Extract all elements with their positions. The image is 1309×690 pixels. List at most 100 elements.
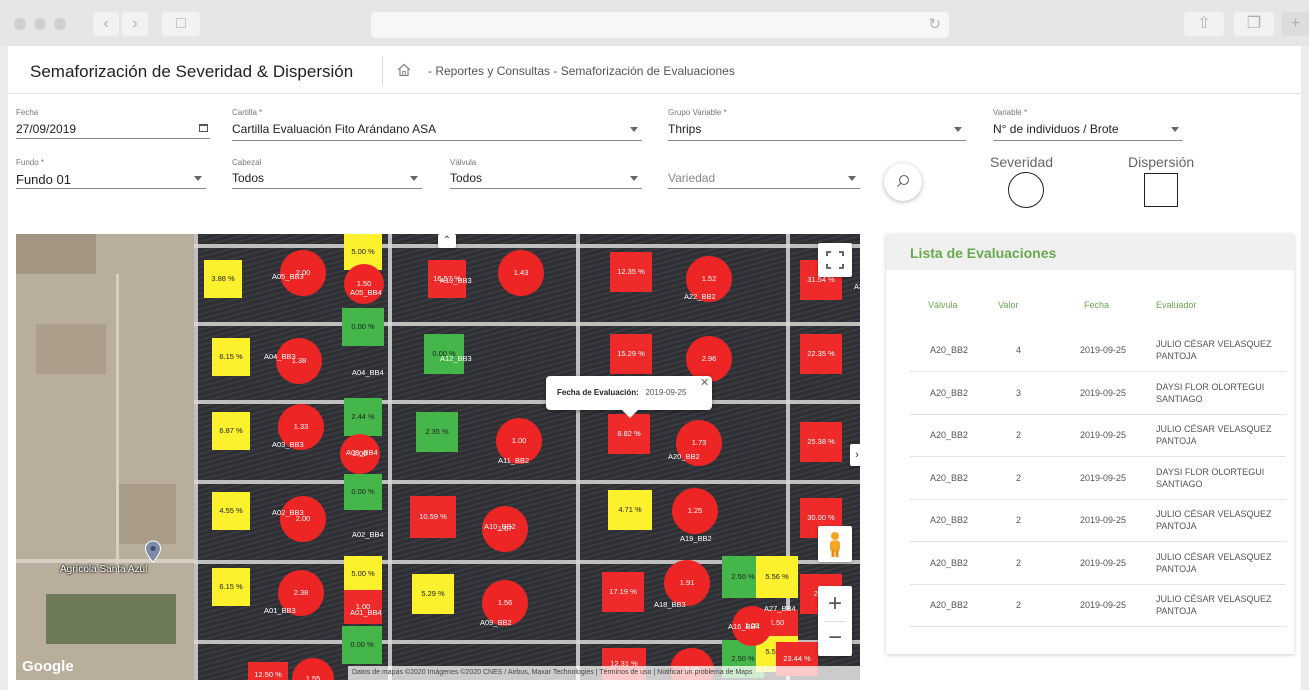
calendar-icon[interactable] (199, 124, 208, 132)
valvula-select[interactable]: Válvula Todos (450, 158, 642, 189)
window-close-dot[interactable] (14, 18, 26, 30)
chevron-down-icon[interactable] (630, 127, 638, 132)
valve-label: A02_BB3 (272, 508, 304, 517)
dispersion-square[interactable]: 1.00 (344, 590, 382, 624)
dispersion-label: Dispersión (1128, 154, 1195, 170)
dispersion-square[interactable]: 5.29 % (412, 574, 454, 614)
terrain-patch (36, 324, 106, 374)
zoom-out-icon[interactable]: − (818, 621, 852, 656)
tabs-icon[interactable]: ❐ (1234, 12, 1274, 36)
chevron-down-icon[interactable] (410, 176, 418, 181)
table-row[interactable]: A20_BB2 2 2019-09-25 JULIO CÉSAR VELASQUEZ … (910, 415, 1286, 457)
dispersion-square[interactable]: 2.44 % (344, 398, 382, 436)
map-pin-icon[interactable] (144, 540, 162, 564)
grupo-value: Thrips (668, 122, 702, 136)
grupo-variable-select[interactable]: Grupo Variable * Thrips (668, 108, 966, 141)
dispersion-square[interactable]: 4.71 % (608, 490, 652, 530)
cell-valor: 2 (1016, 515, 1022, 525)
dispersion-square[interactable]: 10.59 % (410, 496, 456, 538)
dispersion-square[interactable]: 22.35 % (800, 334, 842, 374)
table-row[interactable]: A20_BB2 3 2019-09-25 DAYSI FLOR OLORTEGUI S… (910, 373, 1286, 415)
cabezal-select[interactable]: Cabezal Todos (232, 158, 422, 189)
table-row[interactable]: A20_BB2 2 2019-09-25 JULIO CÉSAR VELASQUEZ … (910, 500, 1286, 542)
cell-valvula: A20_BB2 (930, 430, 969, 440)
pegman-button[interactable] (818, 526, 852, 562)
fullscreen-button[interactable] (818, 243, 852, 277)
chevron-up-icon[interactable]: ⌃ (438, 234, 456, 248)
cell-fecha: 2019-09-25 (1080, 600, 1127, 610)
variedad-underline (668, 188, 860, 189)
chevron-down-icon[interactable] (630, 176, 638, 181)
dispersion-square[interactable]: 0.00 % (342, 626, 382, 664)
dispersion-square[interactable]: 4.55 % (212, 492, 250, 530)
close-icon[interactable]: ✕ (700, 376, 709, 389)
map-view[interactable]: 3.88 % 5.00 % 16.57 % 12.35 % 31.54 % 0.00 % 6… (16, 234, 860, 680)
severity-circle[interactable]: 1.43 (498, 250, 544, 296)
dispersion-square[interactable]: 15.29 % (610, 334, 652, 374)
dispersion-square[interactable]: 0.00 % (342, 308, 384, 346)
dispersion-square[interactable]: 12.50 % (248, 662, 288, 680)
breadcrumb[interactable]: - Reportes y Consultas - Semaforización … (428, 64, 735, 78)
cell-fecha: 2019-09-25 (1080, 430, 1127, 440)
chevron-down-icon[interactable] (848, 176, 856, 181)
cartilla-select[interactable]: Cartilla * Cartilla Evaluación Fito Arán… (232, 108, 642, 141)
chevron-right-icon[interactable]: › (850, 444, 860, 466)
window-zoom-dot[interactable] (54, 18, 66, 30)
valve-label: A22_BB2 (684, 292, 716, 301)
table-row[interactable]: A20_BB2 2 2019-09-25 JULIO CÉSAR VELASQUEZ … (910, 543, 1286, 585)
severity-circle[interactable]: 1.38 (276, 338, 322, 384)
share-icon[interactable]: ⇧ (1184, 12, 1224, 36)
dispersion-square[interactable]: 6.15 % (212, 338, 250, 376)
column-header-evaluador: Evaluador (1156, 300, 1197, 310)
dispersion-square[interactable]: 17.19 % (602, 572, 644, 612)
fecha-field[interactable]: Fecha 27/09/2019 (16, 108, 210, 139)
cell-fecha: 2019-09-25 (1080, 472, 1127, 483)
valve-label: A13_BB3 (440, 276, 472, 285)
fecha-value[interactable]: 27/09/2019 (16, 122, 76, 136)
table-row[interactable]: A20_BB2 2 2019-09-25 JULIO CÉSAR VELASQUEZ … (910, 585, 1286, 627)
back-icon[interactable]: ‹ (93, 12, 119, 36)
dispersion-square[interactable]: 8.82 % (608, 414, 650, 454)
dispersion-square[interactable]: 25.38 % (800, 422, 842, 462)
dispersion-square[interactable]: 3.88 % (204, 260, 242, 298)
valve-label: A27_BB4 (764, 604, 796, 613)
valve-label: A04_BB3 (264, 352, 296, 361)
fullscreen-icon (826, 251, 844, 269)
dispersion-square[interactable]: 2.35 % (416, 412, 458, 452)
dispersion-square-icon (1144, 173, 1178, 207)
severity-circle[interactable]: 1.50 (344, 264, 384, 304)
table-row[interactable]: A20_BB2 2 2019-09-25 DAYSI FLOR OLORTEGUI S… (910, 458, 1286, 500)
terrain-patch (16, 234, 96, 274)
window-minimize-dot[interactable] (34, 18, 46, 30)
zoom-in-icon[interactable]: + (818, 586, 852, 621)
cell-valvula: A20_BB2 (930, 600, 969, 610)
table-row[interactable]: A20_BB2 4 2019-09-25 JULIO CÉSAR VELASQUEZ … (910, 330, 1286, 372)
dispersion-square[interactable]: 0.00 % (344, 474, 382, 510)
home-icon[interactable] (396, 62, 412, 78)
chevron-down-icon[interactable] (954, 127, 962, 132)
chevron-down-icon[interactable] (194, 176, 202, 181)
dispersion-square[interactable]: 5.56 % (756, 556, 798, 598)
dispersion-square[interactable]: 12.35 % (610, 252, 652, 292)
reload-icon[interactable]: ↻ (928, 15, 941, 33)
variedad-select[interactable]: Variedad (668, 158, 860, 189)
severity-circle[interactable]: 2.00 (280, 496, 326, 542)
severity-circle[interactable]: 1.25 (672, 488, 718, 534)
variable-select[interactable]: Variable * N° de individuos / Brote (993, 108, 1183, 141)
url-bar[interactable]: ↻ (371, 12, 949, 38)
dispersion-square[interactable]: 6.87 % (212, 412, 250, 450)
fundo-select[interactable]: Fundo * Fundo 01 (16, 158, 206, 189)
search-button[interactable] (884, 163, 922, 201)
map-attribution[interactable]: Datos de mapas ©2020 Imágenes ©2020 CNES… (348, 666, 860, 680)
sidebar-icon[interactable]: □ (162, 12, 200, 36)
new-tab-icon[interactable]: + (1282, 12, 1309, 36)
place-label[interactable]: Agrícola Santa Azul (60, 564, 147, 575)
variable-label: Variable * (993, 108, 1028, 117)
dispersion-square[interactable]: 6.15 % (212, 568, 250, 606)
dispersion-square[interactable]: 5.00 % (344, 556, 382, 592)
forward-icon[interactable]: › (122, 12, 148, 36)
panel-title: Lista de Evaluaciones (910, 245, 1057, 261)
chevron-down-icon[interactable] (1171, 127, 1179, 132)
road (388, 234, 392, 680)
valve-label: A03_BB4 (346, 448, 378, 457)
